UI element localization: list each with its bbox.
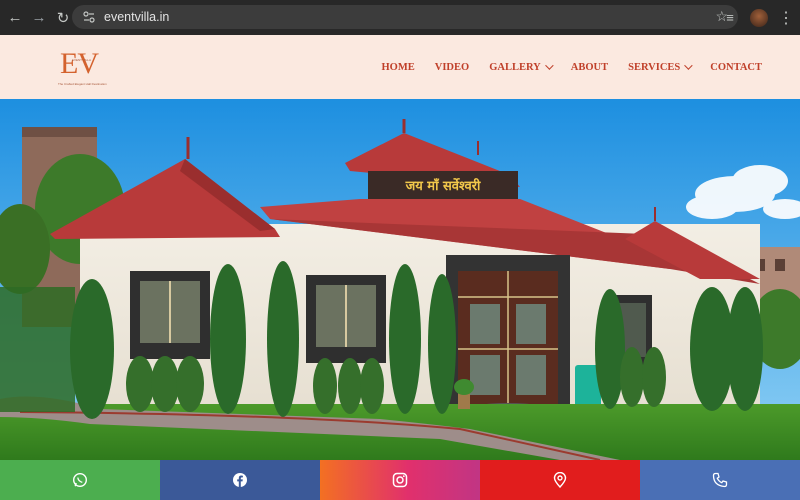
contact-bar: [0, 460, 800, 500]
url-text[interactable]: eventvilla.in: [104, 10, 169, 24]
building-sign-text: जय माँ सर्वेश्वरी: [405, 178, 481, 194]
instagram-icon: [392, 472, 408, 488]
nav-gallery-label: GALLERY: [489, 61, 541, 73]
map-pin-icon: [553, 472, 567, 488]
nav-home-label: HOME: [381, 61, 415, 73]
logo-subtitle: EVENT VILLA: [72, 58, 91, 62]
site-info-icon[interactable]: [80, 8, 98, 26]
phone-button[interactable]: [640, 460, 800, 500]
nav-services[interactable]: SERVICES: [628, 61, 693, 73]
reading-list-icon[interactable]: ≡: [720, 8, 740, 28]
chevron-down-icon: [544, 61, 554, 70]
menu-dots-icon[interactable]: ⋮: [778, 8, 794, 28]
venue-building-illustration: जय माँ सर्वेश्वरी: [0, 99, 800, 460]
hero-banner: जय माँ सर्वेश्वरी: [0, 99, 800, 460]
nav-about[interactable]: ABOUT: [571, 62, 608, 73]
location-button[interactable]: [480, 460, 640, 500]
logo-tagline: The Crafted Elegant Hall Destination: [58, 82, 107, 86]
facebook-icon: [233, 473, 247, 487]
nav-gallery[interactable]: GALLERY: [489, 61, 554, 73]
window: [130, 271, 210, 359]
window: [306, 275, 386, 363]
reload-icon[interactable]: ↻: [52, 7, 74, 29]
nav-video-label: VIDEO: [434, 61, 470, 73]
whatsapp-button[interactable]: [0, 460, 160, 500]
nav-contact-label: CONTACT: [710, 61, 762, 73]
event-villa-logo[interactable]: EV EVENT VILLA The Crafted Elegant Hall …: [56, 47, 107, 89]
back-arrow-icon[interactable]: ←: [4, 7, 26, 29]
facebook-button[interactable]: [160, 460, 320, 500]
forward-arrow-icon[interactable]: →: [28, 7, 50, 29]
nav-services-label: SERVICES: [628, 61, 681, 73]
site-header: EV EVENT VILLA The Crafted Elegant Hall …: [0, 35, 800, 99]
nav-contact[interactable]: CONTACT: [710, 62, 762, 73]
whatsapp-icon: [72, 472, 88, 488]
phone-icon: [712, 472, 728, 488]
profile-avatar[interactable]: [750, 8, 768, 27]
instagram-button[interactable]: [320, 460, 480, 500]
logo-monogram: EV: [60, 47, 99, 80]
main-navigation: HOME VIDEO GALLERY ABOUT SERVICES CONTAC…: [362, 35, 762, 99]
nav-video[interactable]: VIDEO: [435, 62, 469, 73]
nav-about-label: ABOUT: [570, 61, 609, 73]
address-bar[interactable]: eventvilla.in ☆: [72, 5, 738, 29]
chevron-down-icon: [684, 61, 693, 70]
nav-home[interactable]: HOME: [382, 62, 415, 73]
browser-toolbar: ← → ↻ eventvilla.in ☆ ≡ ⋮: [0, 0, 800, 35]
